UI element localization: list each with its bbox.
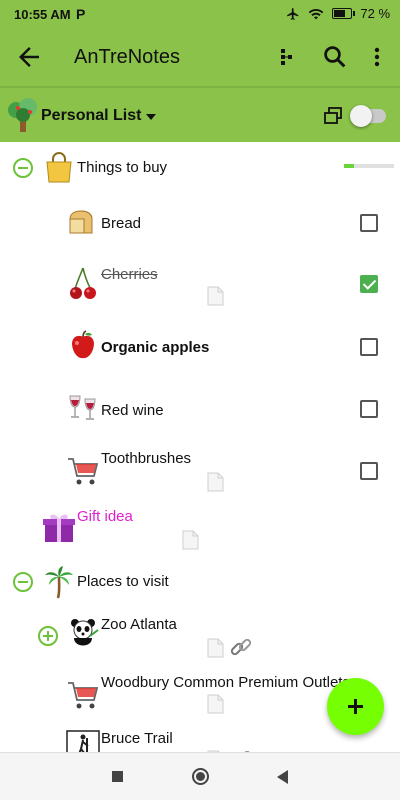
item-checkbox-checked[interactable]	[360, 275, 378, 293]
multi-window-icon[interactable]	[322, 105, 344, 127]
add-item-fab-button[interactable]	[327, 678, 384, 735]
note-icon[interactable]	[207, 694, 224, 714]
progress-bar	[344, 164, 394, 168]
item-label: Things to buy	[77, 159, 168, 176]
more-vert-icon[interactable]	[362, 42, 392, 72]
list-item-red-wine[interactable]: Red wine	[0, 388, 400, 432]
item-label: Toothbrushes	[101, 450, 192, 467]
item-label: Woodbury Common Premium Outlets	[101, 674, 350, 691]
app-bar: AnTreNotes	[0, 30, 400, 86]
item-label: Zoo Atlanta	[101, 616, 177, 633]
list-item-bread[interactable]: Bread	[0, 202, 400, 246]
list-item-things-to-buy[interactable]: Things to buy	[0, 142, 400, 194]
hiker-icon	[66, 730, 100, 752]
note-icon[interactable]	[207, 286, 224, 306]
list-item-cherries[interactable]: Cherries	[0, 260, 400, 308]
item-checkbox[interactable]	[360, 214, 378, 232]
item-label: Organic apples	[101, 339, 210, 356]
shopping-cart-icon	[68, 458, 99, 485]
list-item-bruce-trail[interactable]: Bruce Trail	[0, 728, 400, 752]
list-name-dropdown[interactable]: Personal List	[41, 107, 141, 125]
list-item-gift-idea[interactable]: Gift idea	[0, 506, 400, 554]
switch-knob[interactable]	[350, 105, 372, 127]
app-title: AnTreNotes	[74, 46, 180, 68]
note-icon[interactable]	[207, 472, 224, 492]
item-label: Bruce Trail	[101, 730, 173, 747]
list-item-zoo-atlanta[interactable]: Zoo Atlanta	[0, 614, 400, 662]
view-toggle-switch[interactable]	[350, 105, 386, 127]
item-label: Places to visit	[77, 573, 169, 590]
item-label: Gift idea	[77, 508, 133, 525]
list-item-places-to-visit[interactable]: Places to visit	[0, 562, 400, 602]
item-label: Red wine	[101, 402, 164, 419]
back-triangle-icon[interactable]	[277, 770, 288, 784]
battery-percent-value: 72	[360, 6, 375, 21]
panda-icon	[71, 619, 99, 646]
note-icon[interactable]	[182, 530, 199, 550]
item-checkbox[interactable]	[360, 400, 378, 418]
search-icon[interactable]	[320, 42, 350, 72]
apple-icon	[72, 330, 94, 359]
recents-square-icon[interactable]	[112, 771, 123, 782]
tree-logo-icon	[8, 98, 37, 132]
list-item-toothbrushes[interactable]: Toothbrushes	[0, 448, 400, 496]
shopping-cart-icon	[68, 682, 99, 709]
palm-tree-icon	[45, 566, 73, 599]
list-selector-bar: Personal List	[0, 86, 400, 142]
notification-p-icon: P	[76, 6, 86, 22]
cherries-icon	[70, 267, 96, 299]
expand-toggle-icon[interactable]	[38, 626, 58, 646]
tree-structure-icon[interactable]	[272, 42, 302, 72]
progress-fill	[344, 164, 354, 168]
collapse-toggle-icon[interactable]	[13, 158, 33, 178]
shopping-bag-icon	[46, 152, 72, 183]
collapse-toggle-icon[interactable]	[13, 572, 33, 592]
gift-box-icon	[43, 514, 75, 542]
note-icon[interactable]	[207, 638, 224, 658]
item-label: Bread	[101, 215, 142, 232]
wine-glasses-icon	[69, 395, 96, 420]
back-arrow-icon[interactable]	[14, 42, 44, 72]
notes-tree: Things to buy Bread Cherries Organic app…	[0, 142, 400, 752]
bread-icon	[69, 210, 93, 234]
status-bar: 10:55 AM P 72 %	[0, 0, 400, 30]
battery-charging-icon	[332, 8, 356, 19]
system-navigation-bar	[0, 752, 400, 800]
airplane-mode-icon	[287, 7, 299, 20]
battery-percent: 72 %	[360, 6, 390, 21]
item-checkbox[interactable]	[360, 338, 378, 356]
status-icons: 72 %	[286, 6, 390, 21]
item-checkbox[interactable]	[360, 462, 378, 480]
link-chain-icon[interactable]	[229, 636, 253, 658]
home-circle-icon[interactable]	[192, 768, 209, 785]
wifi-icon	[309, 8, 324, 19]
list-item-organic-apples[interactable]: Organic apples	[0, 326, 400, 370]
item-label: Cherries	[101, 266, 158, 283]
dropdown-caret-icon[interactable]	[146, 114, 156, 120]
status-time: 10:55 AM	[14, 7, 71, 22]
